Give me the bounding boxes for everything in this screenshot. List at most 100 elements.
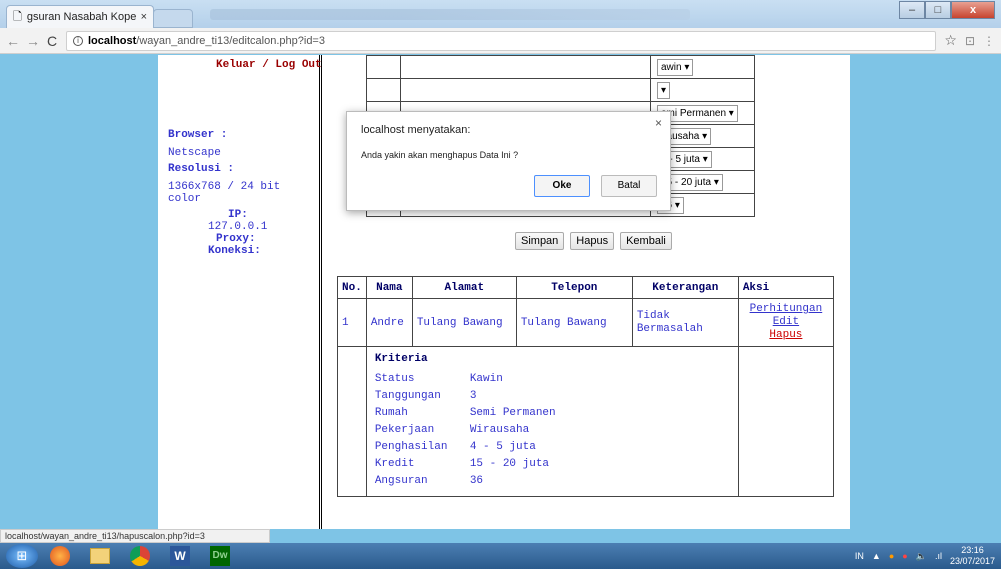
language-indicator[interactable]: IN bbox=[855, 551, 864, 561]
taskbar-explorer[interactable] bbox=[82, 544, 118, 568]
table-header-row: No. Nama Alamat Telepon Keterangan Aksi bbox=[337, 276, 835, 299]
start-button[interactable]: ⊞ bbox=[6, 544, 38, 568]
header-keterangan: Keterangan bbox=[631, 276, 739, 299]
network-icon[interactable]: .ıl bbox=[935, 551, 942, 561]
info-icon[interactable]: i bbox=[73, 35, 83, 46]
detail-cell: Kriteria Status Kawin Tanggungan 3 Rumah Semi… bbox=[365, 346, 739, 497]
detail-item: Penghasilan 4 - 5 juta bbox=[375, 439, 730, 456]
logout-link[interactable]: Keluar / Log Out bbox=[216, 59, 326, 72]
chrome-icon bbox=[130, 546, 150, 566]
browser-label: Browser : bbox=[168, 129, 228, 141]
dialog-title: localhost menyatakan: bbox=[361, 124, 471, 136]
detail-item: Status Kawin bbox=[375, 371, 730, 388]
cell-keterangan: Tidak Bermasalah bbox=[631, 298, 739, 347]
detail-value: 36 bbox=[469, 475, 484, 487]
forward-arrow-icon[interactable]: → bbox=[26, 33, 40, 49]
tab-close-icon[interactable]: × bbox=[141, 11, 147, 23]
taskbar-dreamweaver[interactable]: Dw bbox=[202, 544, 238, 568]
dialog-ok-button[interactable]: Oke bbox=[534, 175, 590, 197]
dialog-cancel-button[interactable]: Batal bbox=[601, 175, 657, 197]
firefox-icon bbox=[50, 546, 70, 566]
edit-link[interactable]: Edit bbox=[773, 316, 799, 328]
cell-aksi: Perhitungan Edit Hapus bbox=[737, 298, 835, 347]
criteria-no bbox=[366, 55, 401, 79]
hapus-link[interactable]: Hapus bbox=[769, 329, 802, 341]
maximize-button[interactable]: □ bbox=[925, 1, 951, 19]
dreamweaver-icon: Dw bbox=[210, 546, 230, 566]
detail-item: Pekerjaan Wirausaha bbox=[375, 422, 730, 439]
detail-key: Kredit bbox=[374, 458, 415, 470]
detail-empty-cell bbox=[337, 346, 367, 497]
detail-key: Tanggungan bbox=[374, 390, 441, 402]
taskbar-word[interactable]: W bbox=[162, 544, 198, 568]
page-icon: 🗋 bbox=[13, 10, 22, 23]
tab-title: gsuran Nasabah Kopera: bbox=[26, 11, 136, 23]
clock-time: 23:16 bbox=[961, 545, 984, 555]
new-tab-button[interactable] bbox=[153, 9, 193, 28]
detail-item: Tanggungan 3 bbox=[375, 388, 730, 405]
reload-icon[interactable]: C bbox=[46, 33, 58, 49]
detail-key: Penghasilan bbox=[374, 441, 448, 453]
tray-app2-icon[interactable]: ● bbox=[902, 551, 907, 561]
close-window-button[interactable]: x bbox=[951, 1, 995, 19]
window-controls: – □ x bbox=[899, 1, 995, 19]
cell-telepon: Tulang Bawang bbox=[515, 298, 633, 347]
clock[interactable]: 23:16 23/07/2017 bbox=[950, 545, 995, 567]
detail-value: Semi Permanen bbox=[469, 407, 556, 419]
folder-icon bbox=[90, 548, 110, 564]
detail-value: 4 - 5 juta bbox=[469, 441, 536, 453]
url-host: localhost bbox=[88, 34, 137, 47]
url-path: /wayan_andre_ti13/editcalon.php?id=3 bbox=[136, 34, 325, 47]
koneksi-label: Koneksi: bbox=[208, 245, 261, 257]
detail-key: Pekerjaan bbox=[374, 424, 435, 436]
ip-value: 127.0.0.1 bbox=[208, 221, 268, 233]
detail-value: Kawin bbox=[469, 373, 503, 385]
browser-toolbar: ← → C i localhost/wayan_andre_ti13/editc… bbox=[0, 28, 1001, 54]
delete-button[interactable]: Hapus bbox=[570, 232, 615, 250]
detail-item: Angsuran 36 bbox=[375, 473, 730, 490]
detail-key: Status bbox=[374, 373, 415, 385]
resolusi-label: Resolusi : bbox=[168, 163, 235, 175]
volume-icon[interactable]: 🔈 bbox=[916, 551, 927, 562]
tray-app-icon[interactable]: ● bbox=[889, 551, 894, 561]
status-bar: localhost/wayan_andre_ti13/hapuscalon.ph… bbox=[0, 529, 270, 543]
detail-value: Wirausaha bbox=[469, 424, 530, 436]
criteria-select[interactable]: awin ▾ bbox=[657, 58, 694, 76]
taskbar-firefox[interactable] bbox=[42, 544, 78, 568]
browser-tab[interactable]: 🗋 gsuran Nasabah Kopera: × bbox=[6, 5, 154, 28]
browser-value: Netscape bbox=[168, 147, 221, 159]
header-nama: Nama bbox=[365, 276, 413, 299]
save-button[interactable]: Simpan bbox=[515, 232, 565, 250]
detail-value: 15 - 20 juta bbox=[469, 458, 550, 470]
title-bar-blur bbox=[210, 9, 690, 20]
criteria-row: ▾ bbox=[366, 78, 755, 102]
detail-item: Kredit 15 - 20 juta bbox=[375, 456, 730, 473]
header-telepon: Telepon bbox=[515, 276, 633, 299]
table-row: 1 Andre Tulang Bawang Tulang Bawang Tida… bbox=[337, 298, 835, 347]
detail-key: Rumah bbox=[374, 407, 408, 419]
page-viewport: Keluar / Log Out Browser : Netscape Reso… bbox=[0, 55, 1001, 529]
menu-dots-icon[interactable]: ⋮ bbox=[983, 34, 995, 48]
back-button[interactable]: Kembali bbox=[620, 232, 672, 250]
confirm-dialog: localhost menyatakan: × Anda yakin akan … bbox=[346, 111, 671, 211]
perhitungan-link[interactable]: Perhitungan bbox=[750, 303, 823, 315]
ip-label: IP: bbox=[228, 209, 248, 221]
detail-title: Kriteria bbox=[374, 353, 428, 365]
minimize-button[interactable]: – bbox=[899, 1, 925, 19]
detail-row: Kriteria Status Kawin Tanggungan 3 Rumah Semi… bbox=[337, 346, 835, 497]
form-buttons: Simpan Hapus Kembali bbox=[515, 232, 672, 250]
criteria-label bbox=[400, 78, 651, 102]
extension-icon[interactable]: ⊡ bbox=[965, 34, 975, 48]
dialog-message: Anda yakin akan menghapus Data Ini ? bbox=[361, 150, 519, 160]
address-bar[interactable]: i localhost/wayan_andre_ti13/editcalon.p… bbox=[66, 30, 937, 51]
tray-arrow-icon[interactable]: ▲ bbox=[872, 551, 881, 561]
taskbar-chrome[interactable] bbox=[122, 544, 158, 568]
detail-aksi-cell bbox=[737, 346, 835, 497]
taskbar: ⊞ W Dw IN ▲ ● ● 🔈 .ıl 23:16 23/07/2017 bbox=[0, 543, 1001, 569]
bookmark-star-icon[interactable]: ☆ bbox=[944, 32, 957, 49]
dialog-close-icon[interactable]: × bbox=[655, 116, 662, 130]
proxy-label: Proxy: bbox=[216, 233, 256, 245]
resolusi-value: 1366x768 / 24 bit color bbox=[168, 181, 281, 205]
back-arrow-icon[interactable]: ← bbox=[6, 33, 20, 49]
criteria-select[interactable]: ▾ bbox=[657, 81, 671, 99]
